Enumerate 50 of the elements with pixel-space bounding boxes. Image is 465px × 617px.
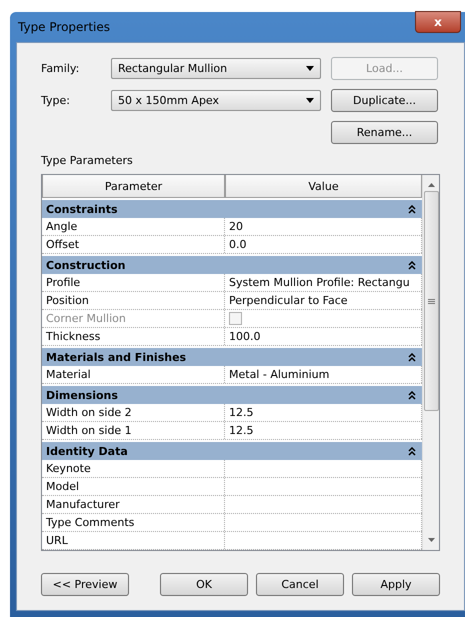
group-header[interactable]: Identity Data <box>42 442 422 460</box>
table-cell: Width on side 2 <box>42 404 225 421</box>
duplicate-button[interactable]: Duplicate... <box>331 89 438 112</box>
table-cell: Material <box>42 366 225 383</box>
group-header[interactable]: Dimensions <box>42 386 422 404</box>
collapse-icon[interactable] <box>408 352 416 362</box>
cancel-button[interactable]: Cancel <box>256 573 344 596</box>
group-title: Identity Data <box>46 444 128 458</box>
table-cell: Angle <box>42 218 225 235</box>
collapse-icon[interactable] <box>408 390 416 400</box>
group-header[interactable]: Constraints <box>42 200 422 218</box>
dropdown[interactable]: Rectangular Mullion <box>111 58 321 79</box>
table-cell: Type Comments <box>42 514 225 531</box>
scroll-down-icon[interactable] <box>428 538 434 542</box>
close-button[interactable]: x <box>415 11 461 33</box>
table-cell: Profile <box>42 274 225 291</box>
column-header[interactable]: Parameter <box>42 175 225 198</box>
preview-button[interactable]: << Preview <box>41 573 129 596</box>
rename-button[interactable]: Rename... <box>331 121 438 144</box>
table-cell: Model <box>42 478 225 495</box>
collapse-icon[interactable] <box>408 260 416 270</box>
table-cell: Thickness <box>42 328 225 345</box>
group-title: Dimensions <box>46 388 118 402</box>
group-header[interactable]: Materials and Finishes <box>42 348 422 366</box>
ok-button[interactable]: OK <box>160 573 248 596</box>
group-title: Constraints <box>46 202 118 216</box>
column-header[interactable]: Value <box>225 175 422 198</box>
scrollbar[interactable] <box>422 175 439 550</box>
table-cell: Position <box>42 292 225 309</box>
window-title: Type Properties <box>17 20 110 34</box>
section-title: Type Parameters <box>41 154 134 167</box>
dropdown[interactable]: 50 x 150mm Apex <box>111 90 321 111</box>
table-cell: Width on side 1 <box>42 422 225 439</box>
collapse-icon[interactable] <box>408 446 416 456</box>
collapse-icon[interactable] <box>408 204 416 214</box>
caret-icon <box>306 66 314 71</box>
table-cell: Keynote <box>42 460 225 477</box>
table-cell: URL <box>42 532 225 549</box>
scroll-thumb[interactable] <box>424 191 438 411</box>
apply-button[interactable]: Apply <box>352 573 440 596</box>
group-title: Materials and Finishes <box>46 350 186 364</box>
field-label: Family: <box>41 62 80 75</box>
field-label: Type: <box>41 94 71 107</box>
table-cell: Corner Mullion <box>42 310 225 327</box>
table-cell: Offset <box>42 236 225 253</box>
group-header[interactable]: Construction <box>42 256 422 274</box>
caret-icon <box>306 98 314 103</box>
table-cell: Manufacturer <box>42 496 225 513</box>
group-title: Construction <box>46 258 126 272</box>
scroll-up-icon[interactable] <box>428 183 434 187</box>
